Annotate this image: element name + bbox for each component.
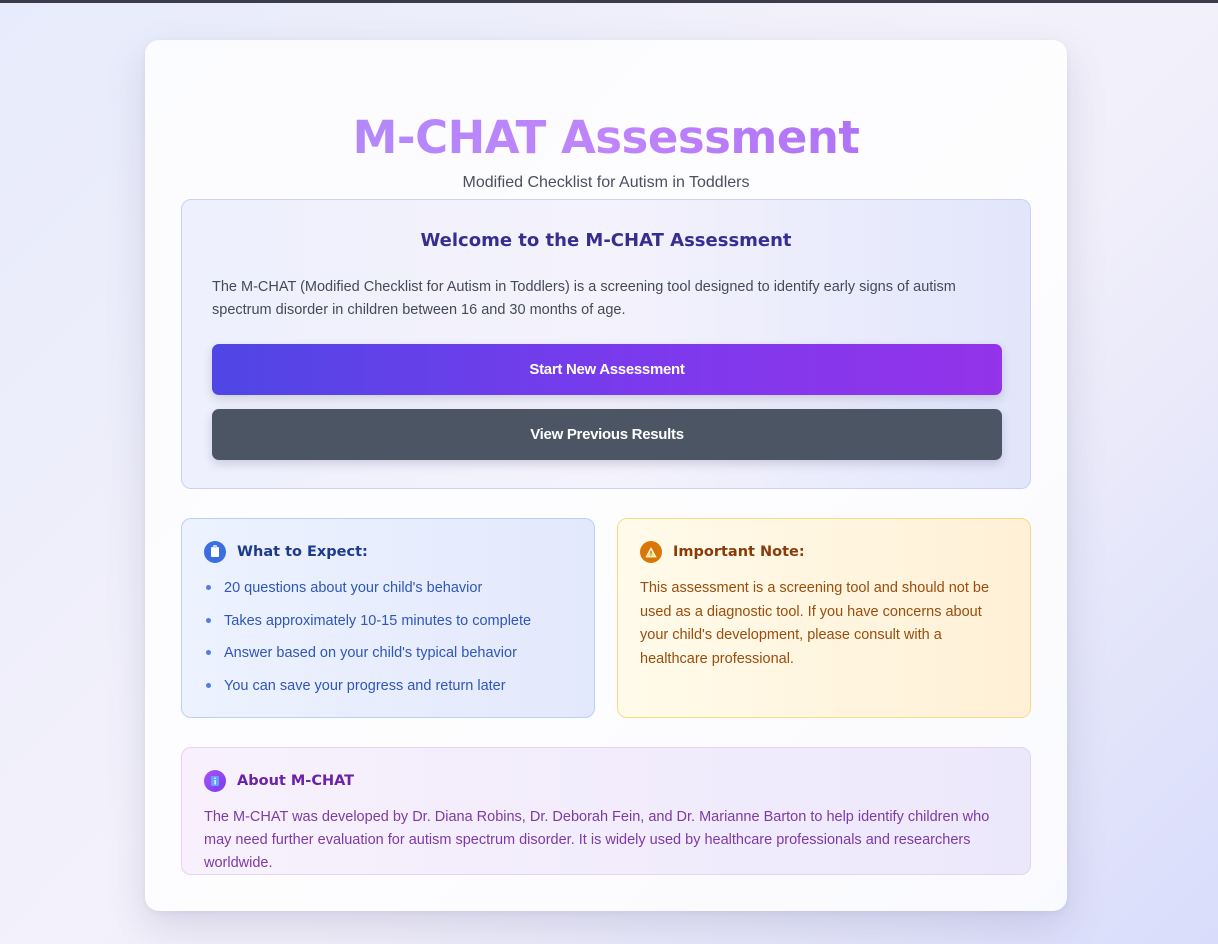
list-item: Takes approximately 10-15 minutes to com… <box>204 610 531 643</box>
about-title: About M-CHAT <box>237 773 355 789</box>
important-note-header: Important Note: <box>640 541 805 563</box>
welcome-description: The M-CHAT (Modified Checklist for Autis… <box>212 279 956 318</box>
top-bar <box>0 0 1218 3</box>
about-panel: About M-CHAT The M-CHAT was developed by… <box>181 747 1031 875</box>
page-title: M-CHAT Assessment <box>145 109 1067 167</box>
clipboard-icon <box>204 541 226 563</box>
info-icon <box>204 770 226 792</box>
welcome-heading: Welcome to the M-CHAT Assessment <box>420 230 792 251</box>
what-to-expect-title: What to Expect: <box>237 544 368 560</box>
about-header: About M-CHAT <box>204 770 354 792</box>
about-text: The M-CHAT was developed by Dr. Diana Ro… <box>204 809 990 871</box>
page-subtitle: Modified Checklist for Autism in Toddler… <box>462 174 750 191</box>
what-to-expect-header: What to Expect: <box>204 541 368 563</box>
warning-icon <box>640 541 662 563</box>
important-note-title: Important Note: <box>673 544 805 560</box>
expect-list: 20 questions about your child's behavior… <box>204 577 531 707</box>
welcome-panel: Welcome to the M-CHAT Assessment The M-C… <box>181 199 1031 489</box>
list-item: Answer based on your child's typical beh… <box>204 642 531 675</box>
assessment-card: M-CHAT Assessment Modified Checklist for… <box>145 40 1067 911</box>
list-item: You can save your progress and return la… <box>204 675 531 708</box>
start-assessment-button[interactable]: Start New Assessment <box>212 344 1002 395</box>
view-previous-results-button[interactable]: View Previous Results <box>212 409 1002 460</box>
list-item: 20 questions about your child's behavior <box>204 577 531 610</box>
important-note-text: This assessment is a screening tool and … <box>640 580 990 667</box>
what-to-expect-panel: What to Expect: 20 questions about your … <box>181 518 595 718</box>
important-note-panel: Important Note: This assessment is a scr… <box>617 518 1031 718</box>
